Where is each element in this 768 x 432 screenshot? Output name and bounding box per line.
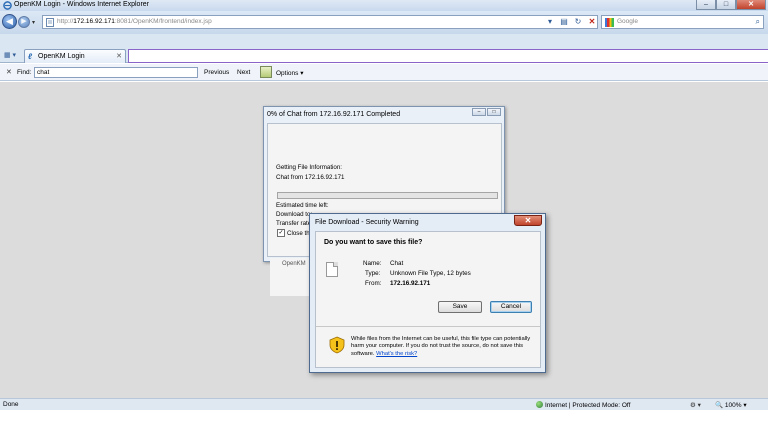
- download-progress-bar: [277, 192, 498, 199]
- maximize-button[interactable]: □: [716, 0, 736, 10]
- page-icon: [46, 18, 54, 27]
- search-box[interactable]: Google ⌕: [601, 15, 764, 29]
- background-text: OpenKM: [282, 261, 306, 267]
- security-dialog-body: Do you want to save this file? Name: Cha…: [315, 231, 541, 368]
- security-dialog-title: File Download - Security Warning: [315, 219, 419, 226]
- security-warning-text: While files from the Internet can be use…: [351, 336, 531, 357]
- history-dropdown-icon[interactable]: ▾: [32, 19, 35, 26]
- navigation-bar: ◀ ▶ ▾ http://172.16.92.171:8081/OpenKM/f…: [0, 11, 768, 34]
- back-button[interactable]: ◀: [2, 14, 17, 29]
- file-icon: [326, 262, 338, 277]
- type-value: Unknown File Type, 12 bytes: [390, 270, 471, 277]
- zoom-level[interactable]: 🔍 100% ▾: [715, 401, 747, 409]
- find-bar: ✕ Find: Previous Next Options ▾: [0, 64, 768, 81]
- protected-mode-icon[interactable]: ⚙ ▾: [690, 401, 701, 409]
- download-source: Chat from 172.16.92.171: [276, 174, 345, 181]
- internet-explorer-icon: [3, 1, 12, 10]
- status-text: Done: [3, 401, 19, 408]
- close-window-button[interactable]: ✕: [736, 0, 766, 10]
- find-label: Find:: [17, 69, 32, 76]
- tab-openkm-login[interactable]: ℓ OpenKM Login ✕: [24, 49, 126, 63]
- progress-minimize-button[interactable]: –: [472, 108, 486, 116]
- openkm-tab-icon: ℓ: [28, 52, 33, 61]
- search-placeholder: Google: [617, 18, 638, 25]
- tab-label: OpenKM Login: [38, 53, 85, 60]
- type-label: Type:: [365, 270, 381, 277]
- transfer-rate-label: Transfer rate:: [276, 220, 313, 227]
- progress-dialog-title: 0% of Chat from 172.16.92.171 Completed: [267, 111, 401, 118]
- download-to-label: Download to:: [276, 211, 313, 218]
- cancel-button[interactable]: Cancel: [490, 301, 532, 313]
- compatibility-view-icon[interactable]: ▤: [558, 15, 570, 29]
- close-when-done-checkbox[interactable]: ✓: [277, 229, 285, 237]
- forward-button[interactable]: ▶: [18, 16, 30, 28]
- from-value: 172.16.92.171: [390, 280, 431, 287]
- address-dropdown-icon[interactable]: ▾: [544, 15, 556, 29]
- window-controls: – □ ✕: [696, 0, 766, 10]
- window-titlebar: OpenKM Login - Windows Internet Explorer…: [0, 0, 768, 11]
- from-label: From:: [365, 280, 382, 287]
- search-icon[interactable]: ⌕: [756, 17, 760, 27]
- minimize-button[interactable]: –: [696, 0, 716, 10]
- status-bar: Done Internet | Protected Mode: Off ⚙ ▾ …: [0, 398, 768, 410]
- options-icon[interactable]: [260, 66, 272, 78]
- progress-dialog-controls: – □: [472, 108, 501, 116]
- getting-info-label: Getting File Information:: [276, 164, 343, 171]
- address-bar[interactable]: http://172.16.92.171:8081/OpenKM/fronten…: [42, 15, 598, 29]
- stop-icon[interactable]: ✕: [586, 15, 598, 29]
- address-tools: ▾ ▤ ↻ ✕: [544, 15, 598, 29]
- google-icon: [605, 18, 614, 27]
- refresh-icon[interactable]: ↻: [572, 15, 584, 29]
- close-find-icon[interactable]: ✕: [6, 68, 12, 76]
- name-value: Chat: [390, 260, 404, 267]
- find-previous-button[interactable]: Previous: [204, 69, 229, 76]
- find-next-button[interactable]: Next: [237, 69, 250, 76]
- find-options-button[interactable]: Options ▾: [276, 69, 303, 77]
- dialog-divider: [316, 326, 540, 327]
- address-url: http://172.16.92.171:8081/OpenKM/fronten…: [57, 18, 212, 25]
- tab-strip: ▦ ▾ ℓ OpenKM Login ✕: [0, 34, 768, 63]
- internet-zone-icon: [536, 401, 543, 408]
- quick-tabs-icon[interactable]: ▦ ▾: [4, 51, 16, 59]
- save-button[interactable]: Save: [438, 301, 482, 313]
- new-tab-area[interactable]: [128, 49, 768, 63]
- background-panel: OpenKM: [270, 258, 312, 296]
- find-input[interactable]: [34, 67, 198, 78]
- security-warning-dialog: File Download - Security Warning ✕ Do yo…: [309, 213, 546, 373]
- window-title: OpenKM Login - Windows Internet Explorer: [14, 1, 150, 8]
- whats-the-risk-link[interactable]: What's the risk?: [376, 351, 417, 357]
- estimated-time-label: Estimated time left:: [276, 202, 329, 209]
- save-question: Do you want to save this file?: [324, 239, 423, 246]
- security-zone[interactable]: Internet | Protected Mode: Off: [536, 401, 630, 409]
- tab-close-icon[interactable]: ✕: [116, 52, 122, 60]
- security-dialog-close-button[interactable]: ✕: [514, 215, 542, 226]
- name-label: Name:: [363, 260, 382, 267]
- progress-maximize-button[interactable]: □: [487, 108, 501, 116]
- shield-warning-icon: [329, 336, 345, 354]
